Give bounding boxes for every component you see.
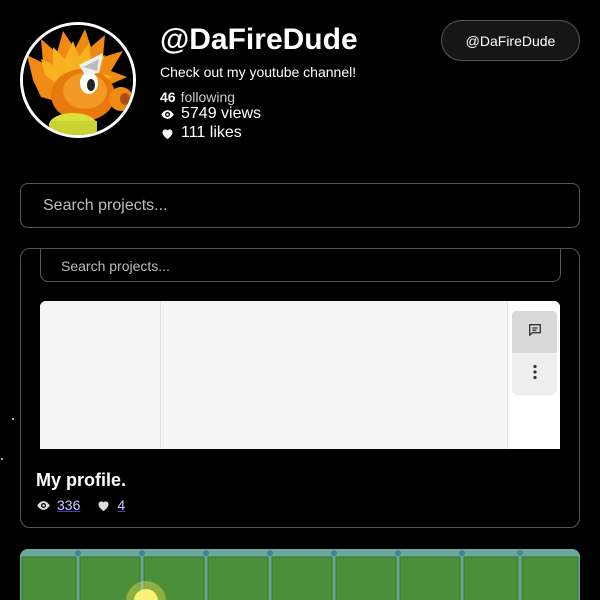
preview-left-pane: [40, 301, 161, 449]
comment-button[interactable]: [512, 311, 557, 353]
handle-button[interactable]: @DaFireDude: [441, 20, 580, 61]
sparkle-dot: [1, 458, 3, 460]
profile-bio: Check out my youtube channel!: [160, 64, 357, 80]
search-box[interactable]: [20, 183, 580, 228]
views-stat: 5749 views: [160, 105, 261, 123]
game-thumbnail: [20, 549, 580, 600]
more-options-button[interactable]: [512, 353, 557, 395]
embed-search-box[interactable]: [40, 249, 561, 282]
likes-stat: 111 likes: [160, 124, 242, 142]
eye-icon: [36, 498, 51, 513]
eye-icon: [160, 107, 175, 122]
profile-username: @DaFireDude: [160, 23, 358, 56]
likes-count: 111 likes: [181, 124, 242, 141]
heart-icon: [96, 498, 111, 513]
project-views: 336: [57, 497, 81, 513]
avatar[interactable]: [20, 22, 136, 138]
comment-icon: [527, 322, 543, 343]
search-input[interactable]: [41, 195, 559, 216]
project-card[interactable]: My profile. 336 4: [20, 248, 580, 528]
project-stats: 336 4: [36, 497, 125, 513]
heart-icon: [160, 126, 175, 141]
embed-search-input[interactable]: [59, 256, 542, 275]
views-count: 5749 views: [181, 105, 262, 122]
profile-page: @DaFireDude Check out my youtube channel…: [0, 0, 600, 600]
project-preview[interactable]: [40, 301, 560, 449]
following-count: 46: [160, 89, 176, 105]
next-project-card[interactable]: [20, 549, 580, 600]
following-stat[interactable]: 46 following: [160, 88, 235, 106]
preview-main-pane: [161, 301, 508, 449]
sparkle-dot: [12, 418, 14, 420]
fire-character-avatar-icon: [23, 25, 133, 135]
more-vertical-icon: [532, 364, 538, 385]
project-title[interactable]: My profile.: [36, 469, 126, 491]
project-likes: 4: [117, 497, 126, 513]
following-label: following: [180, 89, 236, 105]
